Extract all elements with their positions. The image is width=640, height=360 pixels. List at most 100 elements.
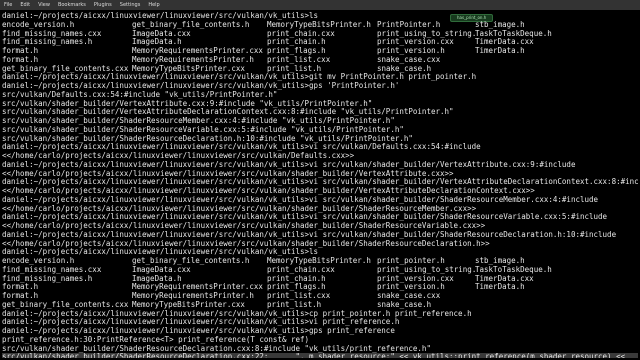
- file-entry: MemoryTypeBitsPrinter.cxx: [132, 300, 245, 309]
- terminal-line: daniel:~/projects/aicxx/linuxviewer/linu…: [2, 143, 638, 152]
- file-entry: ImageData.h: [132, 274, 182, 283]
- file-entry: snake_case.h: [377, 64, 432, 73]
- file-entry: get_binary_file_contents.cxx: [2, 64, 129, 73]
- terminal-text: daniel:~/projects/aicxx/linuxviewer/linu…: [2, 178, 638, 187]
- menu-view[interactable]: View: [34, 0, 54, 10]
- file-entry: MemoryTypeBitsPrinter.h: [267, 257, 371, 265]
- file-entry: print_version.cxx: [377, 38, 454, 47]
- terminal-text: <</home/carlo/projects/aicxx/linuxviewer…: [2, 222, 486, 230]
- file-entry: find_missing_names.h: [2, 38, 93, 47]
- terminal-line: src/vulkan/shader_builder/ShaderResource…: [2, 345, 638, 354]
- menu-bar: File Edit View Bookmarks Plugins Setting…: [0, 0, 640, 10]
- menu-help[interactable]: Help: [144, 0, 163, 10]
- file-entry: [475, 56, 575, 65]
- menu-settings[interactable]: Settings: [116, 0, 145, 10]
- file-entry: TimerData.h: [475, 283, 525, 292]
- file-entry: find_missing_names.cxx: [2, 265, 102, 274]
- terminal-text: <</home/carlo/projects/aicxx/linuxviewer…: [2, 187, 535, 195]
- terminal-text: <</home/carlo/projects/aicxx/linuxviewer…: [2, 169, 454, 178]
- terminal-line: src/vulkan/shader_builder/ShaderResource…: [2, 353, 638, 358]
- menu-bookmarks[interactable]: Bookmarks: [54, 0, 90, 10]
- file-entry: snake_case.cxx: [377, 55, 441, 64]
- menu-edit[interactable]: Edit: [16, 0, 34, 10]
- file-entry: print_using_to_string.h: [377, 265, 475, 274]
- terminal-text: src/vulkan/Defaults.cxx:54:#include "vk_…: [2, 90, 278, 99]
- file-entry: format.h: [2, 292, 39, 300]
- terminal-text: src/vulkan/shader_builder/ShaderResource…: [2, 353, 626, 358]
- terminal-text: print_reference.h:30:PrintReference<T> p…: [2, 335, 310, 344]
- terminal-text: daniel:~/projects/aicxx/linuxviewer/linu…: [2, 160, 576, 169]
- terminal-line: daniel:~/projects/aicxx/linuxviewer/linu…: [2, 12, 638, 21]
- file-entry: TimerData.cxx: [475, 38, 534, 47]
- file-entry: TaskToTaskDeque.h: [475, 265, 552, 274]
- file-entry: print_list.cxx: [267, 292, 331, 300]
- file-entry: format.h: [2, 47, 39, 55]
- file-entry: TimerData.h: [475, 47, 525, 55]
- terminal-text: daniel:~/projects/aicxx/linuxviewer/linu…: [2, 12, 319, 20]
- terminal-text: src/vulkan/shader_builder/ShaderResource…: [2, 125, 404, 134]
- terminal-text: daniel:~/projects/aicxx/linuxviewer/linu…: [2, 230, 617, 239]
- terminal-text: src/vulkan/shader_builder/VertexAttribut…: [2, 99, 373, 108]
- terminal-text: src/vulkan/shader_builder/ShaderResource…: [2, 117, 395, 125]
- file-entry: find_missing_names.cxx: [2, 29, 102, 38]
- file-entry: print_version.h: [377, 283, 445, 292]
- terminal-line: get_binary_file_contents.cxx MemoryTypeBi…: [2, 65, 638, 74]
- menu-file[interactable]: File: [0, 0, 16, 10]
- file-entry: stb_image.h: [475, 257, 525, 265]
- file-entry: [475, 301, 575, 310]
- terminal-output[interactable]: daniel:~/projects/aicxx/linuxviewer/linu…: [2, 12, 638, 358]
- terminal-text: daniel:~/projects/aicxx/linuxviewer/linu…: [2, 143, 481, 152]
- terminal-text: daniel:~/projects/aicxx/linuxviewer/linu…: [2, 213, 608, 222]
- terminal-line: format.h MemoryRequirementsPrinter.cxx pri…: [2, 283, 638, 292]
- file-entry: PrintPointer.h: [377, 20, 441, 29]
- terminal-line: daniel:~/projects/aicxx/linuxviewer/linu…: [2, 161, 638, 170]
- file-entry: print_list.h: [267, 300, 322, 309]
- file-entry: encode_version.h: [2, 257, 75, 265]
- file-entry: get_binary_file_contents.h: [132, 20, 250, 29]
- file-entry: print_chain.cxx: [267, 265, 335, 274]
- terminal-line: print_reference.h:30:PrintReference<T> p…: [2, 336, 638, 345]
- file-entry: find_missing_names.h: [2, 274, 93, 283]
- terminal-text: daniel:~/projects/aicxx/linuxviewer/linu…: [2, 73, 477, 82]
- terminal-line: src/vulkan/shader_builder/ShaderResource…: [2, 135, 638, 144]
- terminal-line: daniel:~/projects/aicxx/linuxviewer/linu…: [2, 82, 638, 91]
- file-entry: print_list.cxx: [267, 55, 331, 64]
- terminal-text: daniel:~/projects/aicxx/linuxviewer/linu…: [2, 195, 599, 204]
- terminal-line: src/vulkan/shader_builder/ShaderResource…: [2, 117, 638, 126]
- file-entry: encode_version.h: [2, 20, 75, 29]
- terminal-line: daniel:~/projects/aicxx/linuxviewer/linu…: [2, 248, 638, 257]
- terminal-text: <</home/carlo/projects/aicxx/linuxviewer…: [2, 204, 477, 213]
- file-entry: print_list.h: [267, 64, 322, 73]
- terminal-text: src/vulkan/shader_builder/ShaderResource…: [2, 344, 431, 353]
- terminal-line: daniel:~/projects/aicxx/linuxviewer/linu…: [2, 196, 638, 205]
- terminal-text: src/vulkan/shader_builder/VertexAttribut…: [2, 108, 454, 117]
- file-entry: ImageData.cxx: [132, 29, 191, 38]
- terminal-line: encode_version.h get_binary_file_contents…: [2, 21, 638, 30]
- terminal-line: format.h MemoryRequirementsPrinter.h print…: [2, 292, 638, 301]
- file-entry: ImageData.h: [132, 38, 182, 47]
- terminal-line: find_missing_names.cxx ImageData.cxx print…: [2, 266, 638, 275]
- terminal-line: encode_version.h get_binary_file_contents…: [2, 257, 638, 266]
- terminal-line: src/vulkan/shader_builder/VertexAttribut…: [2, 108, 638, 117]
- file-entry: MemoryRequirementsPrinter.cxx: [132, 47, 263, 55]
- terminal-text: daniel:~/projects/aicxx/linuxviewer/linu…: [2, 318, 400, 327]
- file-entry: MemoryRequirementsPrinter.h: [132, 292, 254, 300]
- terminal-line: <</home/carlo/projects/aicxx/linuxviewer…: [2, 205, 638, 214]
- terminal-line: find_missing_names.h ImageData.h print_cha…: [2, 38, 638, 47]
- file-entry: ImageData.cxx: [132, 265, 191, 274]
- terminal-text: <</home/carlo/projects/aicxx/linuxviewer…: [2, 152, 355, 160]
- terminal-line: daniel:~/projects/aicxx/linuxviewer/linu…: [2, 327, 638, 336]
- terminal-line: daniel:~/projects/aicxx/linuxviewer/linu…: [2, 231, 638, 240]
- file-entry: [475, 65, 575, 74]
- terminal-line: daniel:~/projects/aicxx/linuxviewer/linu…: [2, 318, 638, 327]
- terminal-text: <</home/carlo/projects/aicxx/linuxviewer…: [2, 239, 490, 248]
- terminal-line: find_missing_names.h ImageData.h print_cha…: [2, 275, 638, 284]
- terminal-line: src/vulkan/shader_builder/ShaderResource…: [2, 126, 638, 135]
- menu-plugins[interactable]: Plugins: [90, 0, 116, 10]
- file-entry: print_pointer.h: [377, 257, 445, 265]
- file-entry: MemoryRequirementsPrinter.cxx: [132, 283, 263, 292]
- file-entry: MemoryTypeBitsPrinter.h: [267, 20, 371, 29]
- terminal-line: <</home/carlo/projects/aicxx/linuxviewer…: [2, 222, 638, 231]
- file-entry: print_using_to_string.h: [377, 29, 475, 38]
- file-entry: TaskToTaskDeque.h: [475, 29, 552, 38]
